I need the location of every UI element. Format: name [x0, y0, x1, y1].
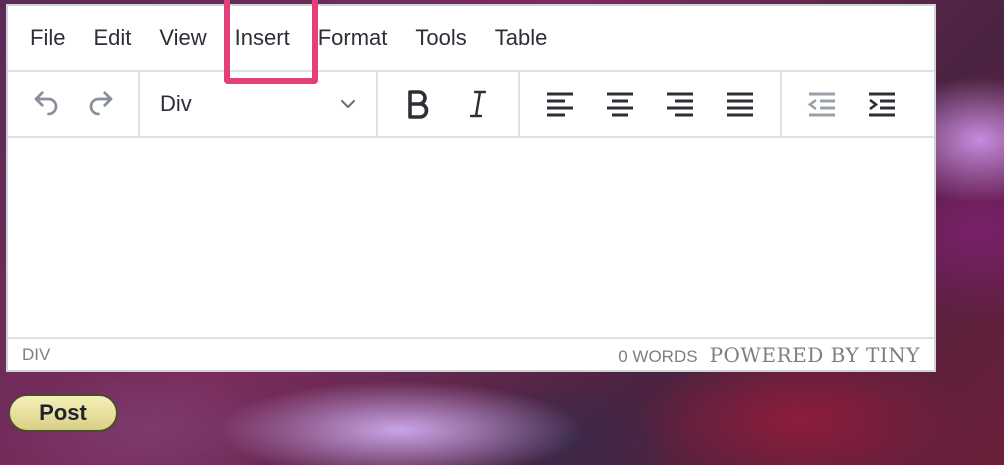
- block-format-group: Div: [140, 72, 378, 136]
- block-format-select[interactable]: Div: [150, 79, 366, 129]
- italic-icon: [469, 90, 487, 118]
- align-right-icon: [667, 92, 693, 117]
- bold-icon: [408, 90, 429, 119]
- history-group: [8, 72, 140, 136]
- menubar: File Edit View Insert Format Tools Table: [8, 6, 934, 72]
- outdent-icon: [807, 92, 835, 117]
- indent-icon: [869, 92, 895, 117]
- menu-tools[interactable]: Tools: [401, 16, 480, 60]
- menu-insert[interactable]: Insert: [221, 16, 304, 60]
- formatting-group: [378, 72, 520, 136]
- block-format-value: Div: [160, 91, 192, 116]
- bold-button[interactable]: [388, 79, 448, 129]
- align-justify-icon: [727, 92, 753, 117]
- indent-button[interactable]: [852, 79, 912, 129]
- menu-table[interactable]: Table: [481, 16, 562, 60]
- post-button[interactable]: Post: [8, 394, 118, 432]
- toolbar: Div: [8, 72, 934, 138]
- align-center-icon: [607, 92, 633, 117]
- rich-text-editor: File Edit View Insert Format Tools Table…: [6, 4, 936, 372]
- undo-icon: [34, 91, 57, 116]
- alignment-group: [520, 72, 782, 136]
- menu-format[interactable]: Format: [304, 16, 402, 60]
- menu-view[interactable]: View: [145, 16, 220, 60]
- editor-content-area[interactable]: [8, 138, 934, 339]
- branding-link[interactable]: POWERED BY TINY: [710, 343, 920, 367]
- align-left-icon: [547, 92, 573, 117]
- status-bar: DIV 0 WORDS POWERED BY TINY: [8, 339, 934, 370]
- menu-edit[interactable]: Edit: [79, 16, 145, 60]
- italic-button[interactable]: [448, 79, 508, 129]
- redo-button[interactable]: [73, 79, 128, 129]
- indent-group: [782, 72, 922, 136]
- word-count[interactable]: 0 WORDS: [618, 347, 697, 367]
- chevron-down-icon: [341, 100, 355, 108]
- align-left-button[interactable]: [530, 79, 590, 129]
- align-right-button[interactable]: [650, 79, 710, 129]
- outdent-button[interactable]: [792, 79, 852, 129]
- undo-button[interactable]: [18, 79, 73, 129]
- align-center-button[interactable]: [590, 79, 650, 129]
- menu-file[interactable]: File: [16, 16, 79, 60]
- align-justify-button[interactable]: [710, 79, 770, 129]
- redo-icon: [89, 91, 112, 116]
- element-path[interactable]: DIV: [22, 345, 50, 365]
- status-right: 0 WORDS POWERED BY TINY: [618, 343, 920, 367]
